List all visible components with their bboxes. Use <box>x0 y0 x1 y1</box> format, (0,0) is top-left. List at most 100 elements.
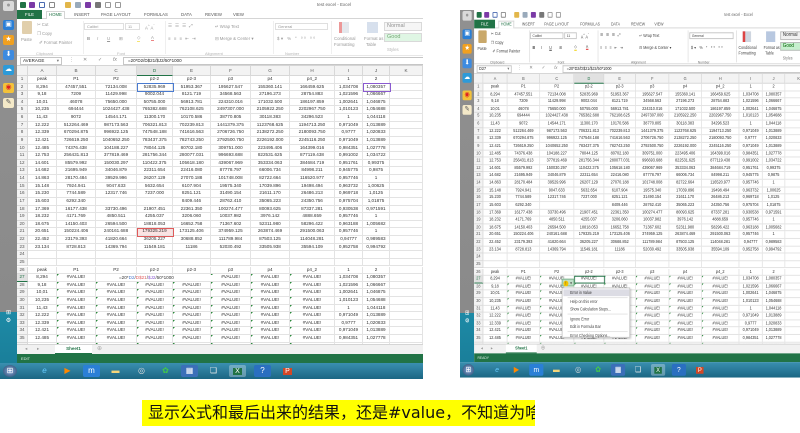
redo-icon[interactable] <box>500 11 506 18</box>
cell-E25[interactable] <box>173 258 211 267</box>
cell-D22[interactable]: 36205.227 <box>574 238 605 247</box>
sheet-tab-sheet1[interactable]: Sheet1 <box>505 344 537 354</box>
cell-I10[interactable]: 0,984351 <box>739 150 763 158</box>
cell-I26[interactable]: 1 <box>739 268 763 276</box>
cell-E12[interactable]: 105618.180 <box>604 165 636 173</box>
cell-G7[interactable]: 1123768.625 <box>251 121 290 130</box>
cell-D15[interactable]: 5632.654 <box>137 182 173 191</box>
cell-F25[interactable] <box>211 258 251 267</box>
cell-B30[interactable]: #VALUE! <box>507 298 541 306</box>
cell-H23[interactable]: 35594.109 <box>290 243 335 252</box>
chevron-down-icon[interactable]: ▾ <box>57 58 59 64</box>
cell-E10[interactable]: 80702.180 <box>604 150 636 158</box>
cell-I15[interactable]: 0,963732 <box>335 182 363 191</box>
cell-K28[interactable] <box>785 283 800 291</box>
next-sheet-icon[interactable]: ▸ <box>37 346 39 352</box>
cell-F13[interactable]: 87778.797 <box>635 172 670 180</box>
cell-J17[interactable]: 1,01875 <box>363 197 390 206</box>
cell-J24[interactable] <box>762 253 786 262</box>
cell-I14[interactable]: 0,957746 <box>335 175 363 183</box>
format-as-table-icon[interactable] <box>766 31 776 43</box>
cell-K31[interactable] <box>785 305 800 313</box>
cell-A25[interactable] <box>28 258 57 267</box>
cell-A21[interactable]: 20.651 <box>483 231 508 239</box>
cell-K33[interactable] <box>785 320 800 328</box>
cell-D34[interactable]: #VALUE! <box>137 327 173 336</box>
ie-icon[interactable]: e <box>490 364 504 376</box>
cell-G35[interactable]: #VALUE! <box>251 335 290 343</box>
cell-H2[interactable]: 166459.625 <box>701 91 740 99</box>
cell-K11[interactable] <box>785 158 800 166</box>
row-header-23[interactable]: 23 <box>17 243 28 252</box>
cloud-icon[interactable]: ☁ <box>3 65 14 75</box>
column-header-A[interactable]: A <box>483 74 508 84</box>
tab-review[interactable]: REVIEW <box>629 21 646 29</box>
spreadsheet-grid[interactable]: A B C D E F G H I J K 1 peak P1 P2 p2-2 p2-3 p3 p4 p4_2 1 2 2 8… <box>474 74 800 344</box>
cell-A33[interactable]: 12.339 <box>28 319 57 328</box>
cell-J1[interactable]: 2 <box>363 76 390 84</box>
cell-I17[interactable]: 0,975704 <box>739 201 763 210</box>
cell-G8[interactable]: 2138272.250 <box>669 135 702 143</box>
row-header-9[interactable]: 9 <box>474 142 484 151</box>
column-header-G[interactable]: G <box>251 66 290 76</box>
cell-I11[interactable]: 0,991002 <box>739 157 763 166</box>
fill-color-icon[interactable]: ◇ <box>574 44 578 51</box>
column-header-D[interactable]: D <box>137 66 173 76</box>
cell-J6[interactable]: 1,044118 <box>363 114 390 122</box>
cell-C32[interactable]: #VALUE! <box>96 312 137 320</box>
row-header-2[interactable]: 2 <box>474 91 484 99</box>
cell-C18[interactable]: 33730.496 <box>96 205 137 214</box>
cell-C10[interactable]: 104188.227 <box>96 144 137 153</box>
cell-B6[interactable]: 9072 <box>507 120 541 129</box>
cell-A23[interactable]: 23.134 <box>28 243 57 252</box>
cell-J35[interactable]: 1,027778 <box>363 335 390 343</box>
column-header-I[interactable]: I <box>739 74 763 84</box>
menu-item[interactable]: Help on this error <box>563 298 629 305</box>
cell-I31[interactable]: 1 <box>739 305 763 313</box>
cell-B21[interactable]: 150224.406 <box>57 228 96 236</box>
cell-G33[interactable]: #VALUE! <box>669 320 702 328</box>
cell-H14[interactable]: 116520.977 <box>701 179 740 188</box>
row-header-3[interactable]: 3 <box>474 98 484 106</box>
cell-G6[interactable]: 30118.383 <box>251 114 290 122</box>
cell-A1[interactable]: peak <box>28 76 57 84</box>
cell-K17[interactable] <box>785 202 800 210</box>
row-header-6[interactable]: 6 <box>474 120 484 129</box>
cell-A24[interactable] <box>28 251 57 259</box>
cell-C11[interactable]: 377819.469 <box>96 152 137 160</box>
cell-A13[interactable]: 14.682 <box>28 167 57 176</box>
cell-F17[interactable]: 28762.410 <box>635 201 670 210</box>
cell-F11[interactable]: 996693.688 <box>635 157 670 166</box>
cell-B26[interactable]: P1 <box>507 268 541 276</box>
cell-H19[interactable]: 4888.659 <box>701 216 740 225</box>
cell-G4[interactable]: 171032.500 <box>251 98 290 107</box>
cell-J33[interactable]: 1,020833 <box>762 320 786 328</box>
cell-D21[interactable]: 179325.219 <box>574 231 605 239</box>
cell-G28[interactable]: #VALUE! <box>669 283 702 291</box>
cell-J12[interactable]: 0,99375 <box>762 165 786 173</box>
cell-F32[interactable]: #VALUE! <box>211 312 251 320</box>
cell-F25[interactable] <box>635 261 670 269</box>
avatar-icon[interactable]: ● <box>462 10 472 21</box>
cell-C1[interactable]: P2 <box>96 76 137 84</box>
row-header-27[interactable]: 27 <box>17 274 28 282</box>
tab-view[interactable]: VIEW <box>653 21 665 29</box>
cell-E34[interactable]: #VALUE! <box>173 327 211 336</box>
cell-A22[interactable]: 22.452 <box>483 238 508 247</box>
cell-B31[interactable]: #VALUE! <box>507 305 541 313</box>
cell-B22[interactable]: 23179.393 <box>57 236 96 244</box>
grow-font-icon[interactable]: A^ Aˇ <box>145 24 155 30</box>
cell-F29[interactable]: #VALUE! <box>635 290 670 299</box>
cell-B31[interactable]: #VALUE! <box>57 304 96 313</box>
cell-H9[interactable]: 2245116.250 <box>701 142 740 151</box>
row-header-30[interactable]: 30 <box>474 298 484 306</box>
cell-F4[interactable]: 224310.016 <box>211 98 251 107</box>
cell-K7[interactable] <box>390 121 423 130</box>
folder-icon[interactable]: ▬ <box>107 365 124 377</box>
cell-E25[interactable] <box>604 261 636 269</box>
cell-B26[interactable]: P1 <box>57 266 96 275</box>
cell-K33[interactable] <box>390 319 423 328</box>
row-header-26[interactable]: 26 <box>17 266 28 275</box>
cell-G13[interactable]: 66006.734 <box>251 167 290 176</box>
cell-G27[interactable]: #VALUE! <box>251 274 290 282</box>
